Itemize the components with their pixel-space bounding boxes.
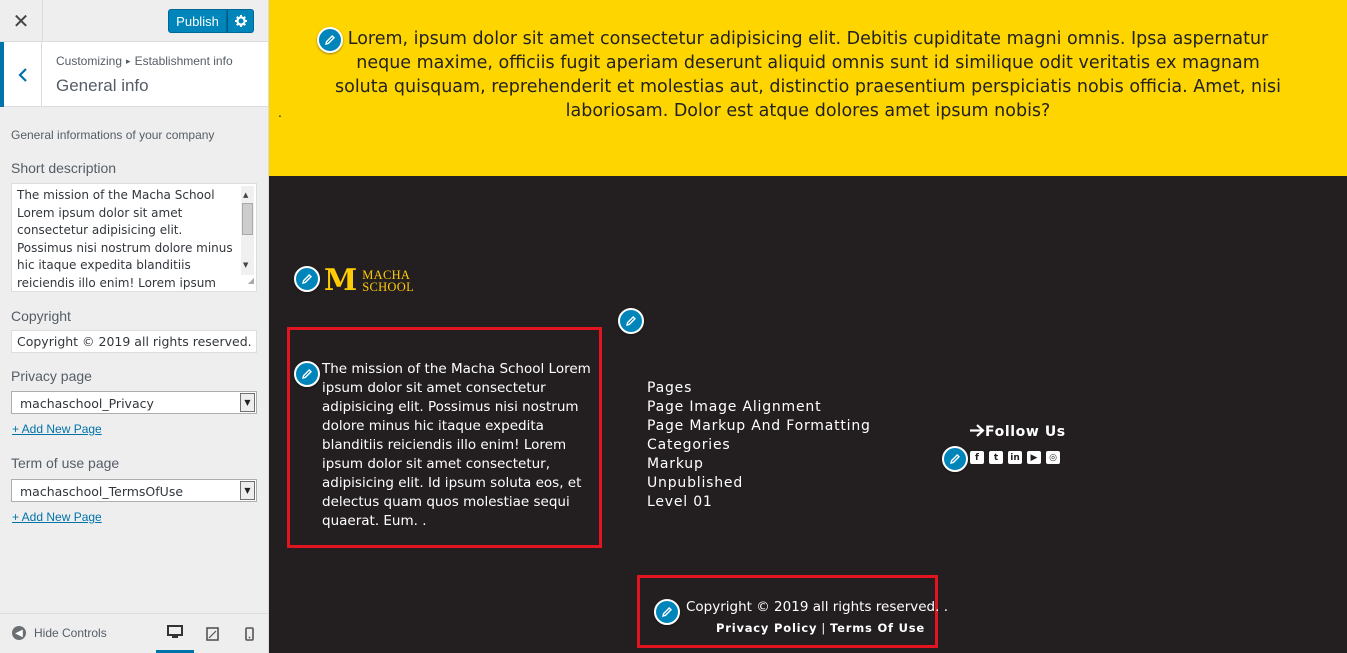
menu-item-categories[interactable]: Categories bbox=[647, 436, 871, 455]
dropdown-arrow-icon[interactable]: ▼ bbox=[240, 393, 255, 412]
back-button[interactable] bbox=[0, 42, 42, 107]
breadcrumb-parent: Establishment info bbox=[134, 54, 233, 68]
chevron-left-icon bbox=[17, 67, 27, 82]
terms-page-select[interactable]: machaschool_TermsOfUse ▼ bbox=[11, 479, 257, 502]
textarea-scrollbar[interactable]: ▲ ▼ bbox=[241, 186, 254, 275]
copyright-highlight-box: Copyright © 2019 all rights reserved. . … bbox=[637, 575, 948, 648]
breadcrumb-root: Customizing bbox=[56, 54, 123, 68]
close-customizer-button[interactable]: ✕ bbox=[0, 0, 43, 42]
logo-wordmark: MACHA SCHOOL bbox=[362, 269, 415, 294]
facebook-icon[interactable]: f bbox=[970, 451, 984, 464]
menu-item-pages[interactable]: Pages bbox=[647, 379, 871, 398]
terms-page-selected: machaschool_TermsOfUse bbox=[20, 484, 184, 499]
desktop-icon bbox=[167, 625, 183, 638]
menu-item-markup[interactable]: Markup bbox=[647, 455, 871, 474]
legal-separator: | bbox=[821, 621, 827, 635]
logo-mark: M bbox=[324, 263, 358, 298]
hide-controls-button[interactable]: ◀ Hide Controls bbox=[12, 626, 107, 640]
edit-social-pencil-icon[interactable] bbox=[942, 446, 968, 472]
terms-page-label: Term of use page bbox=[11, 455, 120, 471]
tablet-icon bbox=[205, 627, 219, 641]
preview-tablet-button[interactable] bbox=[193, 614, 231, 653]
privacy-page-select[interactable]: machaschool_Privacy ▼ bbox=[11, 391, 257, 414]
arrow-left-circle-icon: ◀ bbox=[12, 626, 26, 640]
section-description: General informations of your company bbox=[11, 128, 215, 142]
add-terms-page-link[interactable]: + Add New Page bbox=[12, 510, 102, 524]
privacy-page-label: Privacy page bbox=[11, 368, 92, 384]
menu-item-level-01[interactable]: Level 01 bbox=[647, 493, 871, 512]
legal-links: Privacy Policy | Terms Of Use bbox=[716, 621, 925, 635]
copyright-input[interactable]: Copyright © 2019 all rights reserved. bbox=[11, 330, 257, 353]
footer-menu: Pages Page Image Alignment Page Markup A… bbox=[647, 379, 871, 512]
preview-desktop-button[interactable] bbox=[156, 614, 194, 653]
site-preview: Lorem, ipsum dolor sit amet consectetur … bbox=[269, 0, 1347, 653]
yellow-banner: Lorem, ipsum dolor sit amet consectetur … bbox=[269, 0, 1347, 176]
scroll-up-icon[interactable]: ▲ bbox=[243, 187, 248, 205]
customizer-footer: ◀ Hide Controls bbox=[0, 613, 268, 653]
social-icons: f t in ▶ ◎ bbox=[970, 451, 1060, 464]
menu-item-unpublished[interactable]: Unpublished bbox=[647, 474, 871, 493]
about-text: The mission of the Macha School Lorem ip… bbox=[322, 361, 591, 529]
banner-text: Lorem, ipsum dolor sit amet consectetur … bbox=[335, 29, 1281, 121]
follow-us-heading: Follow Us bbox=[969, 424, 1066, 440]
edit-menu-pencil-icon[interactable] bbox=[618, 308, 644, 334]
edit-about-pencil-icon[interactable] bbox=[294, 361, 320, 387]
customizer-sidebar: ✕ Publish Customizing ▸ Establishment info… bbox=[0, 0, 269, 653]
add-privacy-page-link[interactable]: + Add New Page bbox=[12, 422, 102, 436]
privacy-policy-link[interactable]: Privacy Policy bbox=[716, 621, 817, 635]
menu-item-page-markup[interactable]: Page Markup And Formatting bbox=[647, 417, 871, 436]
publish-button[interactable]: Publish bbox=[168, 9, 227, 33]
logo-line-2: SCHOOL bbox=[362, 280, 415, 294]
customizer-header: ✕ Publish bbox=[0, 0, 268, 42]
site-footer: M MACHA SCHOOL The mission of the Macha … bbox=[269, 176, 1347, 653]
edit-logo-pencil-icon[interactable] bbox=[294, 266, 320, 292]
twitter-icon[interactable]: t bbox=[989, 451, 1003, 464]
site-logo[interactable]: M MACHA SCHOOL bbox=[324, 263, 415, 298]
publish-settings-button[interactable] bbox=[227, 9, 254, 33]
breadcrumb: Customizing ▸ Establishment info bbox=[56, 54, 233, 68]
dropdown-arrow-icon[interactable]: ▼ bbox=[240, 481, 255, 500]
short-description-textarea[interactable]: The mission of the Macha School Lorem ip… bbox=[11, 183, 257, 292]
banner-dot: . bbox=[278, 104, 282, 120]
scrollbar-thumb[interactable] bbox=[242, 203, 253, 235]
section-header: Customizing ▸ Establishment info General i… bbox=[0, 42, 268, 107]
short-description-value: The mission of the Macha School Lorem ip… bbox=[17, 188, 233, 290]
mobile-icon bbox=[244, 627, 254, 641]
resize-grip-icon[interactable]: ◢ bbox=[248, 272, 254, 290]
instagram-icon[interactable]: ◎ bbox=[1046, 451, 1060, 464]
terms-of-use-link[interactable]: Terms Of Use bbox=[830, 621, 925, 635]
menu-item-page-image-alignment[interactable]: Page Image Alignment bbox=[647, 398, 871, 417]
arrow-right-icon bbox=[970, 424, 985, 437]
edit-copyright-pencil-icon[interactable] bbox=[654, 599, 680, 625]
breadcrumb-separator-icon: ▸ bbox=[126, 56, 131, 66]
copyright-label: Copyright bbox=[11, 308, 71, 324]
section-title: General info bbox=[56, 76, 149, 95]
preview-mobile-button[interactable] bbox=[230, 614, 268, 653]
copyright-text: Copyright © 2019 all rights reserved. . bbox=[686, 599, 948, 615]
privacy-page-selected: machaschool_Privacy bbox=[20, 396, 154, 411]
follow-us-label: Follow Us bbox=[985, 424, 1066, 440]
hide-controls-label: Hide Controls bbox=[34, 626, 107, 640]
gear-icon bbox=[234, 15, 247, 27]
short-description-label: Short description bbox=[11, 160, 117, 176]
linkedin-icon[interactable]: in bbox=[1008, 451, 1022, 464]
youtube-icon[interactable]: ▶ bbox=[1027, 451, 1041, 464]
